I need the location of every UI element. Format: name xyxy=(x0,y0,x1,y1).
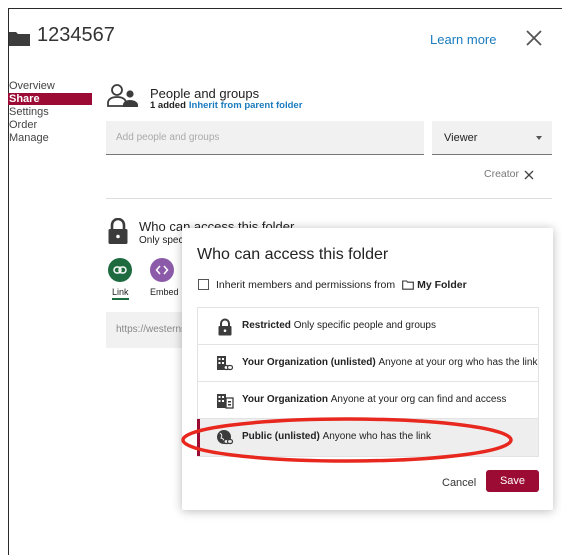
creator-label: Creator xyxy=(484,168,520,180)
folder-icon xyxy=(9,32,30,46)
people-icon xyxy=(107,84,138,107)
close-icon[interactable] xyxy=(524,28,544,48)
popup-title: Who can access this folder xyxy=(197,246,389,263)
inherit-text: Inherit members and permissions from xyxy=(216,279,396,291)
added-count: 1 added xyxy=(150,100,186,111)
embed-icon xyxy=(155,265,169,275)
inherit-folder-name: My Folder xyxy=(417,279,467,291)
access-option-org-unlisted[interactable]: Your Organization (unlisted) Anyone at y… xyxy=(198,345,538,382)
lock-icon xyxy=(218,318,232,336)
option-desc: Anyone at your org can find and access xyxy=(330,394,507,405)
caret-down-icon xyxy=(536,136,542,140)
people-groups-title: People and groups xyxy=(150,86,260,101)
nav-item-order[interactable]: Order xyxy=(8,119,92,131)
role-select[interactable]: Viewer xyxy=(432,121,552,155)
remove-creator-icon[interactable] xyxy=(524,170,534,180)
folder-outline-icon xyxy=(402,280,414,290)
nav-item-manage[interactable]: Manage xyxy=(8,132,92,144)
option-name: Your Organization (unlisted) xyxy=(242,357,376,368)
globe-link-icon xyxy=(217,430,234,445)
access-option-org[interactable]: Your Organization Anyone at your org can… xyxy=(198,382,538,419)
nav-item-share[interactable]: Share xyxy=(8,93,92,105)
nav-item-settings[interactable]: Settings xyxy=(8,106,92,118)
people-groups-subtitle: 1 added Inherit from parent folder xyxy=(150,100,302,111)
learn-more-link[interactable]: Learn more xyxy=(430,32,496,47)
option-name: Restricted xyxy=(242,320,291,331)
access-popup: Who can access this folder Inherit membe… xyxy=(182,228,553,510)
access-options-list: Restricted Only specific people and grou… xyxy=(197,307,539,457)
option-desc: Anyone who has the link xyxy=(322,431,431,442)
save-button[interactable]: Save xyxy=(486,470,539,492)
link-icon xyxy=(113,266,127,274)
option-desc: Anyone at your org who has the link xyxy=(378,357,538,368)
cancel-button[interactable]: Cancel xyxy=(442,477,476,489)
folder-title: 1234567 xyxy=(37,24,115,46)
org-icon xyxy=(217,394,234,409)
option-desc: Only specific people and groups xyxy=(293,320,436,331)
inherit-checkbox[interactable] xyxy=(198,279,209,290)
option-name: Public (unlisted) xyxy=(242,431,320,442)
sidebar-nav: Overview Share Settings Order Manage xyxy=(8,80,92,145)
role-select-value: Viewer xyxy=(444,132,478,144)
option-name: Your Organization xyxy=(242,394,328,405)
embed-option-button[interactable] xyxy=(150,258,174,282)
inherit-label: Inherit members and permissions from My … xyxy=(216,279,467,291)
nav-item-overview[interactable]: Overview xyxy=(8,80,92,92)
org-link-icon xyxy=(217,356,234,371)
embed-option-label: Embed xyxy=(150,287,179,297)
link-option-button[interactable] xyxy=(108,258,132,282)
add-people-input[interactable] xyxy=(106,121,424,155)
section-divider xyxy=(106,198,552,199)
access-option-restricted[interactable]: Restricted Only specific people and grou… xyxy=(198,308,538,345)
link-option-label: Link xyxy=(112,287,129,300)
inherit-parent-link[interactable]: Inherit from parent folder xyxy=(189,100,302,111)
access-option-public[interactable]: Public (unlisted) Anyone who has the lin… xyxy=(197,419,538,456)
lock-icon xyxy=(108,218,128,244)
